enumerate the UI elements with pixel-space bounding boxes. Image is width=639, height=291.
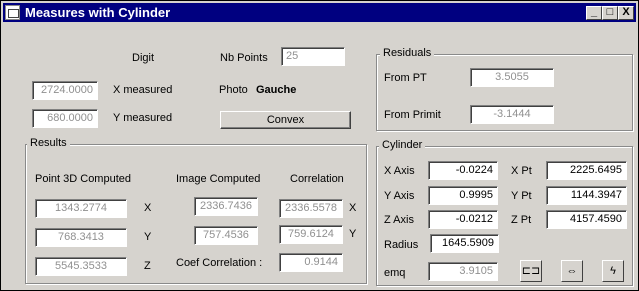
- point3d-column-header: Point 3D Computed: [35, 173, 131, 185]
- z-axis-label: Z Axis: [384, 214, 414, 226]
- from-pt-field[interactable]: 3.5055: [470, 68, 554, 87]
- y-measured-label: Y measured: [113, 112, 173, 124]
- coef-correlation-label: Coef Correlation :: [176, 257, 263, 269]
- tool-select-icon[interactable]: ⊏⊐: [520, 260, 542, 282]
- y-axis-field[interactable]: 0.9995: [428, 186, 498, 205]
- point3d-z-field[interactable]: 5545.3533: [35, 257, 127, 276]
- lightning-icon[interactable]: ϟ: [602, 260, 624, 282]
- cylinder-title: Cylinder: [379, 139, 426, 151]
- maximize-button[interactable]: □: [602, 6, 618, 20]
- image-column-header: Image Computed: [176, 173, 261, 185]
- nb-points-label: Nb Points: [220, 52, 268, 64]
- correlation-x-field[interactable]: 2336.5578: [279, 199, 343, 218]
- arrows-icon[interactable]: ⇔: [561, 260, 583, 282]
- point3d-x-axis-label: X: [144, 202, 152, 214]
- convex-button[interactable]: Convex: [220, 111, 351, 129]
- results-title: Results: [27, 137, 70, 149]
- image-x-field[interactable]: 2336.7436: [194, 197, 258, 216]
- x-pt-label: X Pt: [511, 165, 532, 177]
- from-primit-label: From Primit: [384, 109, 441, 121]
- point3d-y-axis-label: Y: [144, 231, 152, 243]
- z-axis-field[interactable]: -0.0212: [428, 210, 498, 229]
- y-pt-label: Y Pt: [511, 190, 532, 202]
- point3d-z-axis-label: Z: [144, 260, 151, 272]
- measures-window: Measures with Cylinder _ □ X Digit Nb Po…: [0, 0, 639, 291]
- from-primit-field[interactable]: -3.1444: [470, 105, 554, 124]
- minimize-button[interactable]: _: [586, 6, 602, 20]
- y-axis-label: Y Axis: [384, 190, 415, 202]
- x-axis-label: X Axis: [384, 165, 415, 177]
- x-pt-field[interactable]: 2225.6495: [546, 161, 627, 180]
- point3d-x-field[interactable]: 1343.2774: [35, 199, 127, 218]
- close-button[interactable]: X: [618, 6, 634, 20]
- title-bar[interactable]: Measures with Cylinder _ □ X: [3, 3, 636, 22]
- photo-value: Gauche: [256, 84, 297, 96]
- emq-field[interactable]: 3.9105: [428, 262, 498, 281]
- correlation-y-field[interactable]: 759.6124: [279, 225, 343, 244]
- x-measured-field[interactable]: 2724.0000: [32, 81, 98, 100]
- x-measured-label: X measured: [113, 84, 173, 96]
- y-measured-field[interactable]: 680.0000: [32, 109, 98, 128]
- radius-field[interactable]: 1645.5909: [430, 234, 499, 253]
- point3d-y-field[interactable]: 768.3413: [35, 228, 127, 247]
- digit-label: Digit: [132, 52, 155, 64]
- radius-label: Radius: [384, 239, 419, 251]
- x-axis-field[interactable]: -0.0224: [428, 161, 498, 180]
- coef-correlation-field[interactable]: 0.9144: [279, 253, 343, 272]
- photo-label: Photo: [219, 84, 248, 96]
- residuals-title: Residuals: [380, 47, 435, 59]
- z-pt-field[interactable]: 4157.4590: [546, 210, 627, 229]
- correlation-column-header: Correlation: [290, 173, 344, 185]
- correlation-y-axis-label: Y: [349, 228, 357, 240]
- correlation-x-axis-label: X: [349, 202, 357, 214]
- image-y-field[interactable]: 757.4536: [194, 226, 258, 245]
- z-pt-label: Z Pt: [511, 214, 532, 226]
- emq-label: emq: [384, 267, 406, 279]
- y-pt-field[interactable]: 1144.3947: [546, 186, 627, 205]
- window-title: Measures with Cylinder: [25, 5, 171, 20]
- window-app-icon: [5, 5, 20, 20]
- from-pt-label: From PT: [384, 72, 427, 84]
- nb-points-field[interactable]: 25: [281, 47, 345, 66]
